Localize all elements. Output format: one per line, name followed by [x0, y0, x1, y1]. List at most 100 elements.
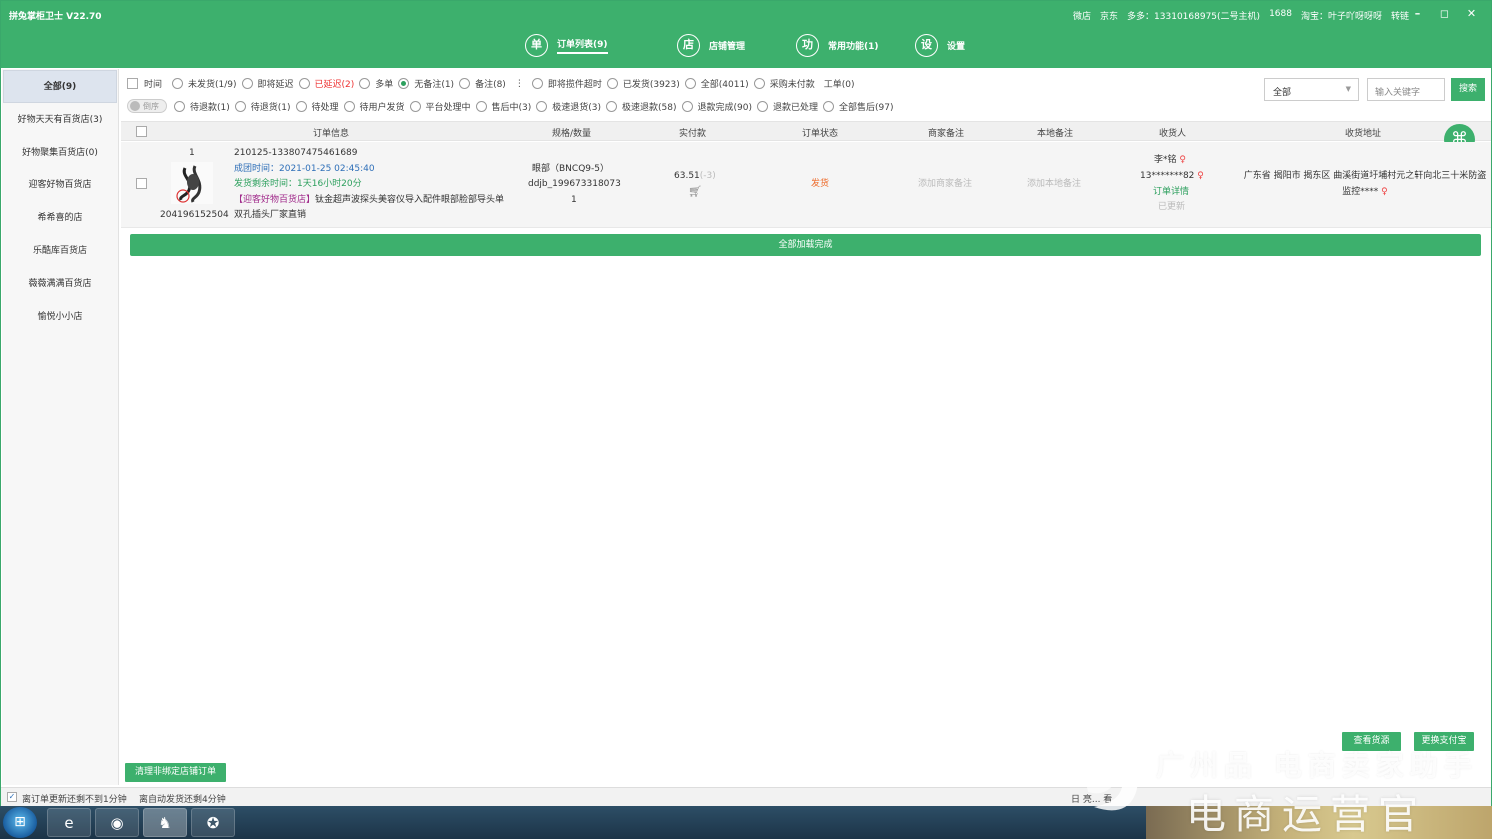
filter-user-shipping[interactable]: 待用户发货 — [343, 100, 405, 113]
radio-icon — [172, 78, 184, 89]
view-source-button[interactable]: 查看货源 — [1342, 732, 1401, 751]
more-icon[interactable]: ⋮ — [515, 79, 524, 89]
receiver-phone: 13*******82 ♀ — [1140, 171, 1204, 181]
main-nav: 单 订单列表(9) 店 店铺管理 功 常用功能(1) 设 设置 — [1, 34, 1491, 60]
location-pin-icon[interactable]: ♀ — [1381, 187, 1388, 197]
search-input[interactable]: 输入关键字 — [1367, 78, 1445, 101]
filter-all-aftersale[interactable]: 全部售后(97) — [823, 100, 894, 113]
sidebar-item-store[interactable]: 好物聚集百货店(0) — [2, 137, 118, 170]
col-receiver: 收货人 — [1159, 129, 1187, 139]
order-number[interactable]: 210125-133807475461689 — [234, 146, 358, 162]
filter-delayed[interactable]: 已延迟(2) — [298, 77, 354, 90]
uc-browser-icon[interactable]: ✪ — [191, 808, 235, 837]
product-title[interactable]: 【迎客好物百货店】钛金超声波探头美容仪导入配件眼部脸部导头单双孔插头厂家直销 — [234, 193, 509, 224]
nav-order-list-label: 订单列表(9) — [557, 37, 608, 54]
search-button[interactable]: 搜索 — [1451, 78, 1485, 101]
filter-refund-done[interactable]: 退款完成(90) — [681, 100, 752, 113]
filter-pickup-timeout[interactable]: 即将揽件超时 — [531, 77, 602, 90]
radio-icon — [241, 78, 253, 89]
filter-all[interactable]: 全部(4011) — [684, 77, 749, 90]
radio-icon — [298, 78, 310, 89]
account-1688[interactable]: 1688 — [1269, 9, 1292, 22]
filter-shipped[interactable]: 已发货(3923) — [606, 77, 680, 90]
add-local-note[interactable]: 添加本地备注 — [1027, 177, 1081, 193]
radio-icon — [757, 100, 769, 112]
scope-select[interactable]: 全部 — [1264, 78, 1359, 101]
filter-unshipped[interactable]: 未发货(1/9) — [172, 77, 237, 90]
ie-browser-icon[interactable]: ◉ — [95, 808, 139, 837]
filter-aftersale[interactable]: 售后中(3) — [475, 100, 531, 113]
filter-fast-return[interactable]: 极速退货(3) — [536, 100, 601, 113]
row-index: 1 — [189, 148, 195, 158]
radio-icon — [359, 78, 371, 89]
radio-selected-icon — [398, 78, 410, 89]
order-detail-link[interactable]: 订单详情 — [1153, 185, 1189, 201]
filter-refund-handled[interactable]: 退款已处理 — [757, 100, 818, 113]
nav-common-functions[interactable]: 功 常用功能(1) — [796, 34, 879, 57]
account-weidian[interactable]: 微店 — [1073, 9, 1091, 22]
location-pin-icon[interactable]: ♀ — [1179, 155, 1186, 165]
sort-toggle[interactable]: 倒序 — [127, 99, 167, 113]
nav-common-functions-label: 常用功能(1) — [828, 42, 879, 52]
store-icon: 店 — [677, 34, 700, 57]
radio-icon — [343, 100, 355, 112]
filter-purchase-unpaid[interactable]: 采购未付款 — [753, 77, 815, 90]
windows-start-icon[interactable]: ⊞ — [3, 807, 37, 838]
radio-icon — [409, 100, 421, 112]
col-spec-qty: 规格/数量 — [552, 129, 592, 139]
sidebar-item-store[interactable]: 乐酷库百货店 — [2, 235, 118, 268]
filter-pending-refund[interactable]: 待退款(1) — [174, 100, 230, 113]
sidebar-item-store[interactable]: 希希喜的店 — [2, 202, 118, 235]
add-merchant-note[interactable]: 添加商家备注 — [918, 177, 972, 193]
col-address: 收货地址 — [1345, 129, 1382, 139]
ship-status-link[interactable]: 发货 — [811, 177, 829, 193]
filter-multi[interactable]: 多单 — [359, 77, 393, 90]
pintu-app-icon[interactable]: ♞ — [143, 808, 187, 837]
filter-no-note[interactable]: 无备注(1) — [398, 77, 454, 90]
account-pdd[interactable]: 多多：13310168975(二号主机) — [1127, 9, 1260, 22]
col-status: 订单状态 — [802, 129, 839, 139]
nav-settings[interactable]: 设 设置 — [915, 34, 965, 57]
auto-update-checkbox[interactable]: ✓ — [7, 792, 17, 802]
time-filter[interactable]: 时间 — [127, 77, 162, 90]
nav-settings-label: 设置 — [947, 42, 966, 52]
filter-platform-processing[interactable]: 平台处理中 — [409, 100, 471, 113]
radio-icon — [174, 100, 185, 112]
filter-soon-delayed[interactable]: 即将延迟 — [241, 77, 294, 90]
clear-unbound-orders-button[interactable]: 清理非绑定店铺订单 — [125, 763, 226, 782]
function-icon: 功 — [796, 34, 819, 57]
table-row[interactable]: 1 204196152504 210125-133807475461689 成团… — [121, 142, 1491, 228]
app-title: 拼兔掌柜卫士 V22.70 — [9, 12, 102, 22]
filter-pending[interactable]: 待处理 — [295, 100, 339, 113]
nav-store-manage-label: 店铺管理 — [709, 42, 746, 52]
change-alipay-button[interactable]: 更换支付宝 — [1414, 732, 1474, 751]
sidebar-item-store[interactable]: 愉悦小小店 — [2, 301, 118, 334]
radio-icon — [531, 78, 543, 89]
account-jd[interactable]: 京东 — [1100, 9, 1118, 22]
filter-pending-return[interactable]: 待退货(1) — [234, 100, 291, 113]
minimize-button[interactable]: – — [1404, 5, 1431, 23]
close-button[interactable]: ✕ — [1458, 5, 1485, 23]
nav-order-list[interactable]: 单 订单列表(9) — [525, 34, 608, 57]
row-checkbox[interactable] — [136, 178, 147, 189]
account-taobao[interactable]: 淘宝：叶子吖呀呀呀 — [1301, 9, 1382, 22]
edge-browser-icon[interactable]: e — [47, 808, 91, 837]
desktop-wallpaper — [1146, 806, 1492, 839]
select-all-checkbox[interactable] — [136, 126, 147, 137]
sidebar-item-all[interactable]: 全部(9) — [3, 70, 117, 103]
sidebar-item-store[interactable]: 迎客好物百货店 — [2, 169, 118, 202]
cart-icon[interactable]: 🛒︎ — [688, 184, 702, 200]
sidebar-item-store[interactable]: 好物天天有百货店(3) — [2, 104, 118, 137]
radio-icon — [684, 78, 696, 89]
time-checkbox[interactable] — [127, 78, 138, 89]
group-time: 成团时间：2021-01-25 02:45:40 — [234, 163, 375, 174]
filter-fast-refund[interactable]: 极速退款(58) — [606, 100, 677, 113]
ticket-count[interactable]: 工单(0) — [824, 77, 855, 90]
sidebar-item-store[interactable]: 薇薇满满百货店 — [2, 268, 118, 301]
maximize-button[interactable]: ◻ — [1431, 5, 1458, 23]
goods-id[interactable]: 204196152504 — [160, 208, 229, 224]
product-thumbnail[interactable] — [171, 162, 213, 204]
filter-note[interactable]: 备注(8) — [459, 77, 506, 90]
location-pin-icon[interactable]: ♀ — [1197, 171, 1204, 181]
nav-store-manage[interactable]: 店 店铺管理 — [677, 34, 745, 57]
